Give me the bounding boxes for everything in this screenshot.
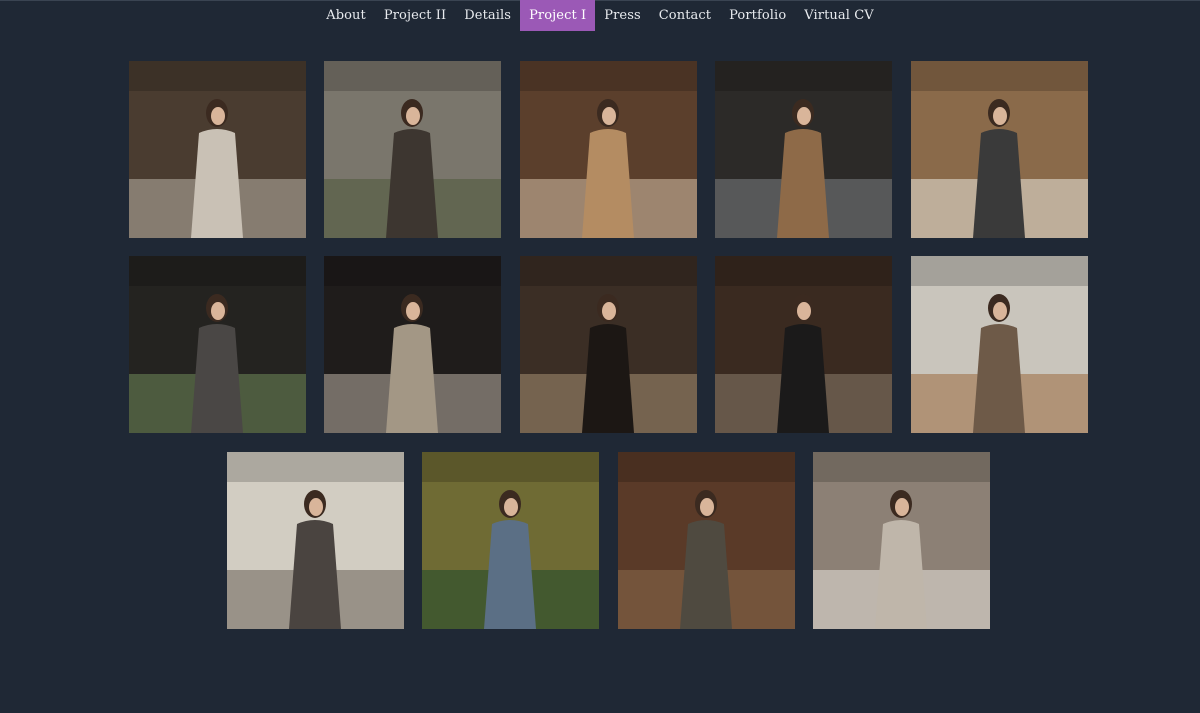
photo-image xyxy=(911,256,1088,433)
photo-woman-tan-dress-window[interactable] xyxy=(520,61,697,238)
photo-image xyxy=(520,61,697,238)
photo-image xyxy=(911,61,1088,238)
photo-green-barrel-sitting[interactable] xyxy=(422,452,599,629)
photo-image xyxy=(422,452,599,629)
photo-image xyxy=(324,256,501,433)
photo-woman-graffiti-board[interactable] xyxy=(715,61,892,238)
photo-image xyxy=(129,61,306,238)
photo-white-bag-detail[interactable] xyxy=(813,452,990,629)
photo-image xyxy=(618,452,795,629)
photo-beige-trench-coat[interactable] xyxy=(324,256,501,433)
photo-black-coat-ruins[interactable] xyxy=(715,256,892,433)
photo-image xyxy=(520,256,697,433)
photo-woman-grey-dress-doorway[interactable] xyxy=(129,61,306,238)
photo-image xyxy=(324,61,501,238)
photo-silhouette-shadows[interactable] xyxy=(520,256,697,433)
photo-image xyxy=(813,452,990,629)
photo-image xyxy=(715,61,892,238)
photo-arch-hallway-bag[interactable] xyxy=(618,452,795,629)
photo-image xyxy=(129,256,306,433)
photo-two-women-white-tiles[interactable] xyxy=(911,256,1088,433)
photo-white-coat-rusted-wall[interactable] xyxy=(911,61,1088,238)
photo-gallery xyxy=(0,0,1200,713)
photo-seated-bench-wall[interactable] xyxy=(227,452,404,629)
photo-image xyxy=(715,256,892,433)
photo-dark-coat-grass[interactable] xyxy=(129,256,306,433)
photo-woman-vest-stone-wall[interactable] xyxy=(324,61,501,238)
photo-image xyxy=(227,452,404,629)
